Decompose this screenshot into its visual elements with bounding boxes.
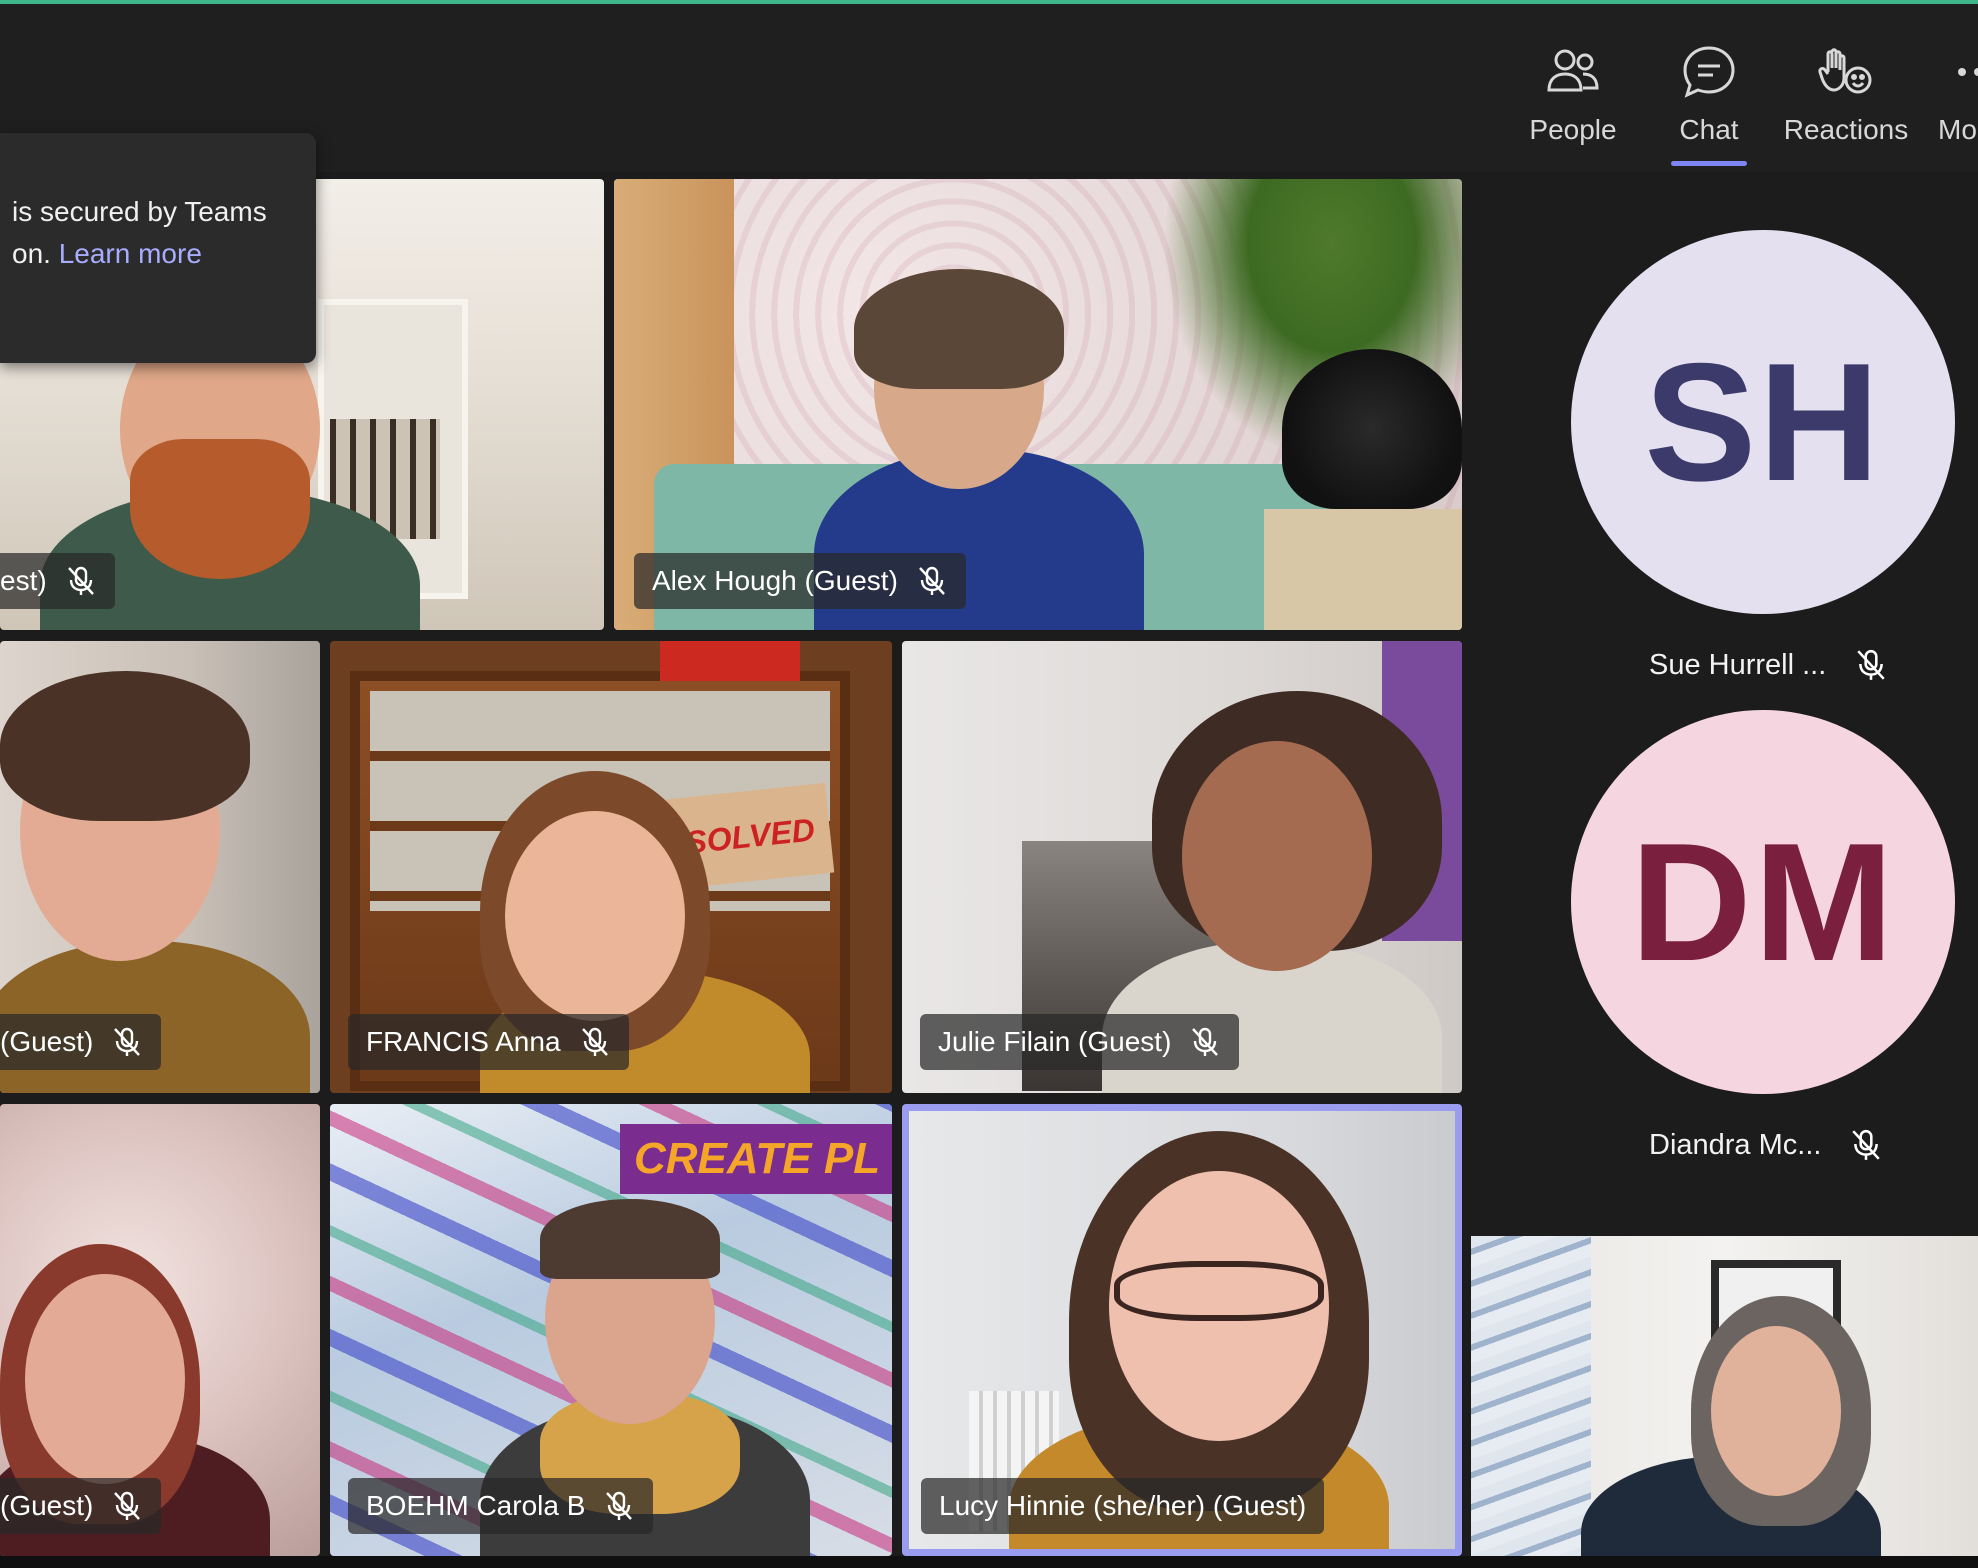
mic-off-icon: [114, 1491, 141, 1520]
participant-name-tag: (Guest): [0, 1014, 162, 1070]
participant-name: est): [0, 565, 47, 596]
bottom-edge: [0, 1556, 1978, 1568]
participant-name: Lucy Hinnie (she/her) (Guest): [939, 1490, 1307, 1521]
banner-text-line2: on. Learn more: [12, 233, 316, 275]
participant-name-tag: Julie Filain (Guest): [920, 1014, 1240, 1070]
participant-name: Diandra Mc...: [1649, 1128, 1822, 1161]
avatar-initials: SH: [1644, 327, 1882, 516]
video-tile[interactable]: SOLVED FRANCIS Anna: [330, 641, 892, 1093]
participant-name: FRANCIS Anna: [366, 1026, 561, 1057]
reactions-button[interactable]: Reactions: [1771, 42, 1921, 162]
chat-icon: [1683, 46, 1735, 98]
sequin-hat: [1282, 349, 1462, 509]
raise-hand-icon: [1818, 48, 1872, 94]
chat-button[interactable]: Chat: [1634, 42, 1784, 166]
mic-off-icon: [919, 566, 945, 595]
mic-off-icon: [1192, 1027, 1219, 1056]
participant-name: (Guest): [0, 1026, 94, 1057]
glasses: [1114, 1261, 1324, 1321]
people-button[interactable]: People: [1498, 42, 1648, 162]
mic-off-icon: [67, 566, 94, 595]
video-tile[interactable]: Julie Filain (Guest): [902, 641, 1462, 1093]
video-tile[interactable]: (Guest): [0, 641, 320, 1093]
chat-label: Chat: [1679, 114, 1739, 145]
participant-name-tag: Lucy Hinnie (she/her) (Guest): [921, 1478, 1325, 1534]
chat-active-indicator: [1671, 161, 1747, 166]
mic-off-icon: [1857, 649, 1885, 680]
video-tile[interactable]: CREATE PL BOEHM Carola B: [330, 1104, 892, 1556]
video-tile[interactable]: Alex Hough (Guest): [614, 179, 1462, 630]
mic-off-icon: [114, 1027, 141, 1056]
participant-name-tag: Alex Hough (Guest): [634, 553, 966, 609]
people-label: People: [1529, 114, 1617, 145]
avatar-diandra[interactable]: DM: [1571, 710, 1955, 1094]
side-table: [1264, 509, 1462, 630]
participant-name: Sue Hurrell ...: [1649, 648, 1827, 681]
participant-name: (Guest): [0, 1490, 94, 1521]
participant-name: BOEHM Carola B: [366, 1490, 586, 1521]
wall-chart: [1471, 1236, 1591, 1556]
avatar-sue-hurrell[interactable]: SH: [1571, 230, 1955, 614]
learn-more-link[interactable]: Learn more: [59, 238, 202, 269]
people-icon: [1547, 49, 1599, 92]
red-panel: [660, 641, 800, 681]
more-label: Mo: [1938, 114, 1977, 145]
more-button[interactable]: Mo: [1938, 42, 1978, 162]
participant-name: Julie Filain (Guest): [938, 1026, 1172, 1057]
participant-name-tag: (Guest): [0, 1478, 162, 1534]
participant-name: Alex Hough (Guest): [652, 565, 898, 596]
teams-meeting-window: People Chat Reactions Mo is secured by T…: [0, 0, 1978, 1568]
participant-name-tag: FRANCIS Anna: [348, 1014, 629, 1070]
self-view-tile[interactable]: [1471, 1236, 1978, 1556]
avatar-initials: DM: [1630, 807, 1896, 996]
reactions-label: Reactions: [1783, 114, 1909, 145]
create-banner: CREATE PL: [620, 1124, 892, 1194]
mic-off-icon: [1852, 1129, 1881, 1160]
video-tile-active-speaker[interactable]: Lucy Hinnie (she/her) (Guest): [902, 1104, 1462, 1556]
banner-text-line1: is secured by Teams: [12, 196, 267, 227]
more-icon: [1958, 68, 1978, 76]
mic-off-icon: [606, 1491, 633, 1520]
avatar-name-tag: Diandra Mc...: [1649, 1128, 1883, 1162]
participant-name-tag: BOEHM Carola B: [348, 1478, 654, 1534]
video-tile[interactable]: (Guest): [0, 1104, 320, 1556]
banner-text-prefix: on.: [12, 238, 51, 269]
encryption-banner: is secured by Teams on. Learn more: [0, 133, 316, 363]
mic-off-icon: [581, 1027, 608, 1056]
participant-name-tag: est): [0, 553, 115, 609]
avatar-name-tag: Sue Hurrell ...: [1649, 648, 1888, 682]
